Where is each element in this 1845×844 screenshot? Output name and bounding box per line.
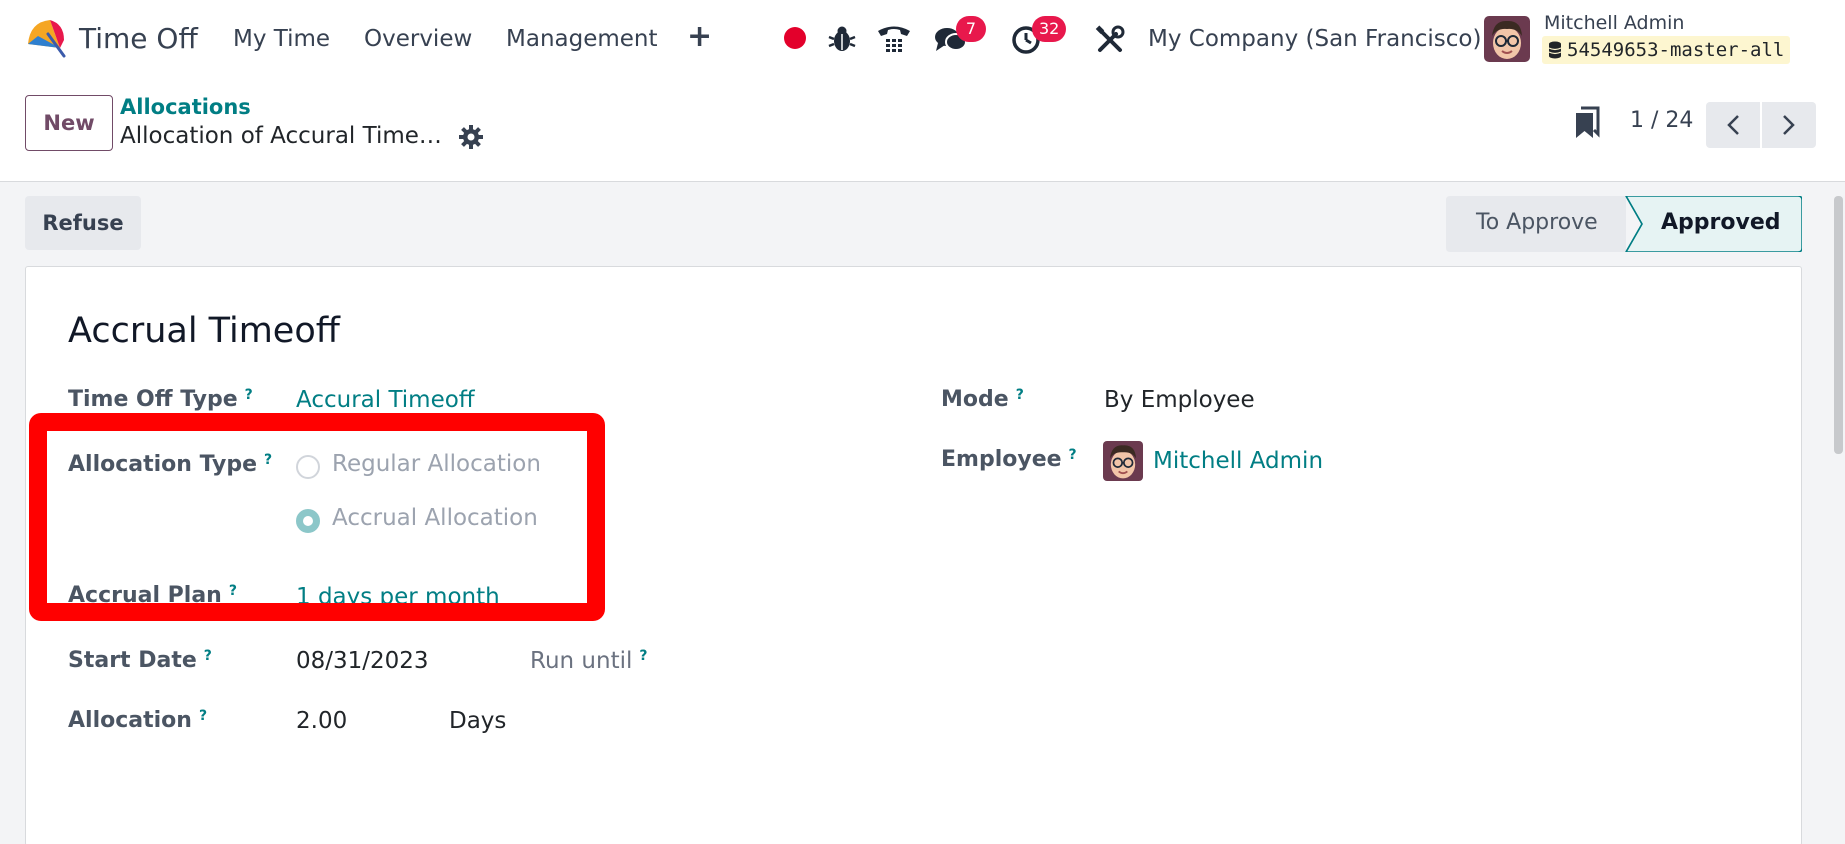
chevron-right-icon <box>1783 115 1795 135</box>
form-sheet: Accrual Timeoff Time Off Type? Accural T… <box>25 266 1802 844</box>
allocation-label: Allocation? <box>68 708 207 733</box>
recording-indicator-icon[interactable] <box>784 27 806 49</box>
employee-label: Employee? <box>941 447 1077 472</box>
allocation-label-text: Allocation <box>68 708 192 733</box>
accrual-allocation-label[interactable]: Accrual Allocation <box>332 505 538 531</box>
help-icon[interactable]: ? <box>204 648 212 664</box>
regular-allocation-radio[interactable] <box>296 455 320 479</box>
start-date-field[interactable]: 08/31/2023 <box>296 648 429 674</box>
chevron-left-icon <box>1727 115 1739 135</box>
control-panel: New Allocations Allocation of Accural Ti… <box>0 78 1845 182</box>
run-until-label-text: Run until <box>530 648 633 674</box>
database-badge: 54549653-master-all <box>1542 36 1791 64</box>
quick-create-plus-icon[interactable]: + <box>687 22 712 52</box>
refuse-button[interactable]: Refuse <box>25 196 141 250</box>
employee-avatar <box>1103 441 1143 481</box>
user-name[interactable]: Mitchell Admin <box>1544 12 1684 34</box>
tools-icon[interactable] <box>1094 24 1126 56</box>
menu-overview[interactable]: Overview <box>364 26 472 52</box>
activities-badge: 32 <box>1032 16 1067 42</box>
start-date-label: Start Date? <box>68 648 212 673</box>
app-name[interactable]: Time Off <box>79 22 198 55</box>
accrual-allocation-radio[interactable] <box>296 509 320 533</box>
menu-my-time[interactable]: My Time <box>233 26 330 52</box>
allocation-amount-field[interactable]: 2.00 <box>296 708 347 734</box>
pager-next-button[interactable] <box>1762 102 1816 148</box>
menu-management[interactable]: Management <box>506 26 658 52</box>
allocation-type-label-text: Allocation Type <box>68 452 258 477</box>
time-off-app-icon[interactable] <box>24 14 68 58</box>
top-navbar: Time Off My Time Overview Management + 7… <box>0 0 1845 78</box>
employee-field[interactable]: Mitchell Admin <box>1153 448 1323 474</box>
accrual-plan-label: Accrual Plan? <box>68 583 237 608</box>
company-switcher[interactable]: My Company (San Francisco) <box>1148 26 1481 52</box>
scrollbar[interactable] <box>1832 182 1845 844</box>
breadcrumb-current-record: Allocation of Accural Time… <box>120 123 442 149</box>
status-approved[interactable]: Approved <box>1661 210 1781 235</box>
mode-field[interactable]: By Employee <box>1104 387 1255 413</box>
mode-label: Mode? <box>941 387 1024 412</box>
breadcrumb-allocations[interactable]: Allocations <box>120 95 251 119</box>
help-icon[interactable]: ? <box>264 452 272 468</box>
form-view: Refuse To Approve Approved Accrual Timeo… <box>0 182 1845 844</box>
bug-icon[interactable] <box>826 22 858 54</box>
new-button[interactable]: New <box>25 95 113 151</box>
accrual-plan-field[interactable]: 1 days per month <box>296 584 500 610</box>
status-to-approve[interactable]: To Approve <box>1476 210 1598 235</box>
help-icon[interactable]: ? <box>1016 387 1024 403</box>
start-date-label-text: Start Date <box>68 648 197 673</box>
pager-previous-button[interactable] <box>1706 102 1760 148</box>
messages-badge: 7 <box>956 16 986 42</box>
phone-icon[interactable] <box>876 22 912 54</box>
database-name: 54549653-master-all <box>1567 39 1785 61</box>
run-until-label: Run until? <box>530 648 648 674</box>
help-icon[interactable]: ? <box>639 648 647 664</box>
help-icon[interactable]: ? <box>1069 447 1077 463</box>
help-icon[interactable]: ? <box>229 583 237 599</box>
bookmark-icon[interactable] <box>1574 106 1600 140</box>
help-icon[interactable]: ? <box>245 387 253 403</box>
employee-label-text: Employee <box>941 447 1062 472</box>
help-icon[interactable]: ? <box>199 708 207 724</box>
pager-counter[interactable]: 1 / 24 <box>1630 108 1693 133</box>
regular-allocation-label[interactable]: Regular Allocation <box>332 451 541 477</box>
user-avatar[interactable] <box>1484 16 1530 62</box>
record-title[interactable]: Accrual Timeoff <box>68 311 340 351</box>
database-icon <box>1548 41 1562 59</box>
time-off-type-label: Time Off Type? <box>68 387 253 412</box>
allocation-type-label: Allocation Type? <box>68 452 272 477</box>
time-off-type-label-text: Time Off Type <box>68 387 238 412</box>
gear-icon[interactable] <box>458 124 484 150</box>
accrual-plan-label-text: Accrual Plan <box>68 583 222 608</box>
status-bar: To Approve Approved <box>1446 196 1802 252</box>
mode-label-text: Mode <box>941 387 1009 412</box>
allocation-unit: Days <box>449 708 507 734</box>
scrollbar-thumb[interactable] <box>1834 196 1843 454</box>
time-off-type-field[interactable]: Accural Timeoff <box>296 387 475 413</box>
